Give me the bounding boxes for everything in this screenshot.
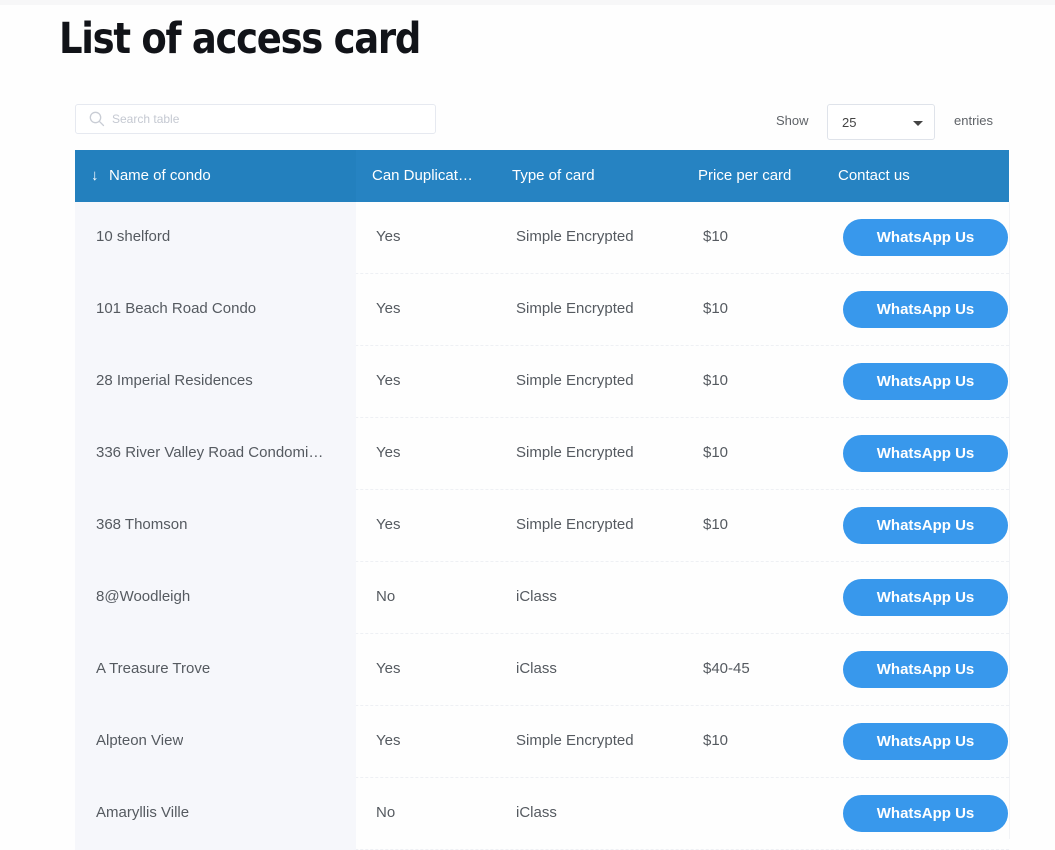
top-strip xyxy=(0,0,1055,5)
price: $40-45 xyxy=(703,660,750,677)
can-duplicate: Yes xyxy=(376,516,401,533)
table-row: A Treasure Trove Yes iClass $40-45 Whats… xyxy=(75,634,1009,706)
column-header-can-duplicate[interactable]: Can Duplicat… xyxy=(372,167,473,184)
can-duplicate: No xyxy=(376,804,396,821)
card-type: Simple Encrypted xyxy=(516,444,634,461)
condo-name: Amaryllis Ville xyxy=(96,804,190,821)
sort-arrow-down-icon: ↓ xyxy=(91,167,99,184)
table-row: 101 Beach Road Condo Yes Simple Encrypte… xyxy=(75,274,1009,346)
card-type: iClass xyxy=(516,660,557,677)
show-label: Show xyxy=(776,113,809,128)
whatsapp-us-button[interactable]: WhatsApp Us xyxy=(843,723,1008,760)
card-type: Simple Encrypted xyxy=(516,516,634,533)
access-card-table: ↓ Name of condo Can Duplicat… Type of car… xyxy=(75,150,1009,850)
column-header-name[interactable]: ↓ Name of condo xyxy=(91,167,211,184)
price: $10 xyxy=(703,732,729,749)
table-row: 28 Imperial Residences Yes Simple Encryp… xyxy=(75,346,1009,418)
condo-name: 101 Beach Road Condo xyxy=(96,300,257,317)
whatsapp-us-button[interactable]: WhatsApp Us xyxy=(843,507,1008,544)
search-box[interactable] xyxy=(75,104,436,134)
card-type: Simple Encrypted xyxy=(516,300,634,317)
whatsapp-us-button[interactable]: WhatsApp Us xyxy=(843,651,1008,688)
can-duplicate: Yes xyxy=(376,228,401,245)
whatsapp-us-button[interactable]: WhatsApp Us xyxy=(843,435,1008,472)
caret-down-icon xyxy=(913,121,923,126)
can-duplicate: Yes xyxy=(376,732,401,749)
card-type: Simple Encrypted xyxy=(516,372,634,389)
whatsapp-us-button[interactable]: WhatsApp Us xyxy=(843,363,1008,400)
card-type: Simple Encrypted xyxy=(516,732,634,749)
table-row: Alpteon View Yes Simple Encrypted $10 Wh… xyxy=(75,706,1009,778)
table-row: 368 Thomson Yes Simple Encrypted $10 Wha… xyxy=(75,490,1009,562)
whatsapp-us-button[interactable]: WhatsApp Us xyxy=(843,795,1008,832)
entries-per-page-select[interactable]: 25 xyxy=(827,104,935,140)
condo-name: 28 Imperial Residences xyxy=(96,372,253,389)
column-header-type[interactable]: Type of card xyxy=(512,167,595,184)
can-duplicate: Yes xyxy=(376,444,401,461)
price: $10 xyxy=(703,228,729,245)
price: $10 xyxy=(703,300,729,317)
condo-name: A Treasure Trove xyxy=(96,660,211,677)
page-title: List of access card xyxy=(59,14,421,64)
condo-name: Alpteon View xyxy=(96,732,184,749)
column-header-name-label: Name of condo xyxy=(109,167,211,184)
table-row: 10 shelford Yes Simple Encrypted $10 Wha… xyxy=(75,202,1009,274)
column-header-price[interactable]: Price per card xyxy=(698,167,791,184)
whatsapp-us-button[interactable]: WhatsApp Us xyxy=(843,219,1008,256)
condo-name: 8@Woodleigh xyxy=(96,588,191,605)
table-right-border xyxy=(1009,202,1010,839)
table-header: ↓ Name of condo Can Duplicat… Type of car… xyxy=(75,150,1009,202)
price: $10 xyxy=(703,444,729,461)
search-input[interactable] xyxy=(112,105,422,133)
whatsapp-us-button[interactable]: WhatsApp Us xyxy=(843,291,1008,328)
table-row: Amaryllis Ville No iClass WhatsApp Us xyxy=(75,778,1009,850)
price: $10 xyxy=(703,372,729,389)
price: $10 xyxy=(703,516,729,533)
entries-label: entries xyxy=(954,113,994,128)
condo-name: 10 shelford xyxy=(96,228,171,245)
condo-name: 368 Thomson xyxy=(96,516,188,533)
can-duplicate: No xyxy=(376,588,396,605)
table-row: 336 River Valley Road Condomi… Yes Simpl… xyxy=(75,418,1009,490)
entries-selected-value: 25 xyxy=(842,115,857,130)
can-duplicate: Yes xyxy=(376,660,401,677)
search-icon xyxy=(89,111,105,127)
card-type: iClass xyxy=(516,804,557,821)
can-duplicate: Yes xyxy=(376,300,401,317)
condo-name: 336 River Valley Road Condomi… xyxy=(96,444,324,461)
card-type: iClass xyxy=(516,588,557,605)
whatsapp-us-button[interactable]: WhatsApp Us xyxy=(843,579,1008,616)
card-type: Simple Encrypted xyxy=(516,228,634,245)
column-header-contact[interactable]: Contact us xyxy=(838,167,910,184)
table-row: 8@Woodleigh No iClass WhatsApp Us xyxy=(75,562,1009,634)
can-duplicate: Yes xyxy=(376,372,401,389)
